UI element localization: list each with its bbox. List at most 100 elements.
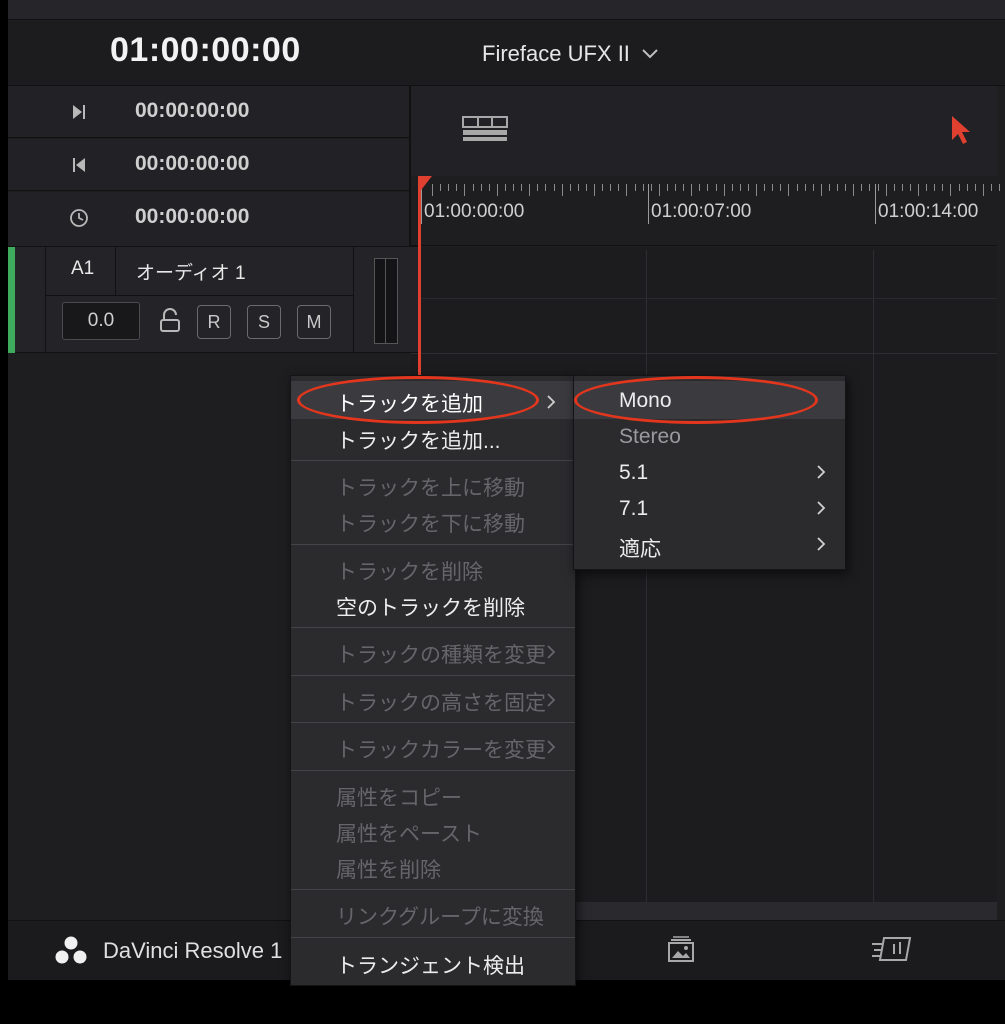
ruler-tick	[942, 184, 943, 191]
ruler-tick	[829, 184, 830, 191]
ruler-label: 01:00:00:00	[424, 201, 525, 222]
solo-button[interactable]: S	[247, 305, 281, 339]
chevron-right-icon	[817, 465, 826, 479]
grid-line	[873, 250, 874, 902]
menu-item-detect-transients[interactable]: トランジェント検出	[336, 950, 525, 980]
menu-item-fix-track-height[interactable]: トラックの高さを固定	[336, 687, 546, 717]
ruler-tick	[772, 184, 773, 191]
track-name[interactable]: オーディオ 1	[136, 258, 246, 285]
mark-out-icon[interactable]	[68, 155, 90, 175]
davinci-logo-icon	[55, 936, 87, 964]
pointer-tool-icon[interactable]	[950, 114, 974, 146]
ruler-tick	[691, 184, 692, 196]
ruler-label: 01:00:07:00	[651, 201, 752, 222]
ruler-tick	[918, 184, 919, 196]
track-header-divider	[115, 247, 116, 295]
ruler-tick	[950, 184, 951, 196]
menu-item-copy-attributes[interactable]: 属性をコピー	[336, 782, 462, 812]
ruler-tick	[967, 184, 968, 191]
ruler-tick	[659, 184, 660, 196]
ruler-tick	[683, 184, 684, 191]
menu-item-paste-attributes[interactable]: 属性をペースト	[336, 818, 482, 848]
submenu-item-stereo[interactable]: Stereo	[619, 425, 681, 449]
menu-item-add-track-dialog[interactable]: トラックを追加...	[336, 425, 501, 455]
menu-item-delete-empty-tracks[interactable]: 空のトラックを削除	[336, 592, 525, 622]
ruler-tick	[432, 184, 433, 196]
menu-item-change-track-color[interactable]: トラックカラーを変更	[336, 734, 546, 764]
ruler-tick	[878, 184, 879, 191]
menu-item-move-track-down[interactable]: トラックを下に移動	[336, 508, 525, 538]
ruler-tick	[626, 184, 627, 196]
mute-button[interactable]: M	[297, 305, 331, 339]
ruler-tick	[440, 184, 441, 191]
ruler-tick	[788, 184, 789, 196]
mark-in-timecode[interactable]: 00:00:00:00	[135, 99, 249, 123]
track-color-bar	[8, 247, 15, 353]
menu-separator	[291, 675, 575, 676]
ruler-tick	[570, 184, 571, 191]
ruler-tick	[926, 184, 927, 191]
record-arm-button[interactable]: R	[197, 305, 231, 339]
top-toolbar	[8, 0, 1005, 20]
ruler-tick	[651, 184, 652, 191]
timeline-view-icon[interactable]	[462, 116, 508, 142]
ruler-tick	[529, 184, 530, 196]
ruler-tick	[756, 184, 757, 196]
ruler-tick	[667, 184, 668, 191]
playhead[interactable]	[418, 176, 421, 376]
fairlight-page-icon[interactable]	[870, 935, 914, 963]
submenu-item-5-1[interactable]: 5.1	[619, 461, 648, 485]
ruler-tick	[635, 184, 636, 191]
menu-item-convert-link-group[interactable]: リンクグループに変換	[336, 901, 544, 931]
ruler-tick	[983, 184, 984, 196]
track-context-menu	[290, 375, 576, 986]
track-volume-field[interactable]: 0.0	[62, 302, 140, 340]
menu-item-remove-attributes[interactable]: 属性を削除	[336, 854, 441, 884]
ruler-tick	[675, 184, 676, 191]
playhead-handle[interactable]	[418, 176, 432, 194]
menu-item-move-track-up[interactable]: トラックを上に移動	[336, 472, 525, 502]
mark-out-timecode[interactable]: 00:00:00:00	[135, 152, 249, 176]
ruler-tick	[610, 184, 611, 191]
ruler-tick	[853, 184, 854, 196]
ruler-tick	[464, 184, 465, 196]
track-header-divider	[46, 295, 354, 296]
main-timecode: 01:00:00:00	[110, 31, 301, 69]
device-name: Fireface UFX II	[482, 41, 630, 66]
submenu-item-7-1[interactable]: 7.1	[619, 497, 648, 521]
ruler-tick	[837, 184, 838, 191]
ruler-major-tick	[875, 184, 876, 224]
duration-timecode[interactable]: 00:00:00:00	[135, 205, 249, 229]
chevron-right-icon	[547, 395, 556, 409]
media-page-icon[interactable]	[665, 935, 697, 965]
ruler-tick	[513, 184, 514, 191]
lock-icon[interactable]	[158, 308, 182, 334]
submenu-item-adaptive[interactable]: 適応	[619, 533, 661, 563]
track-id: A1	[71, 258, 95, 279]
ruler-tick	[886, 184, 887, 196]
ruler-tick	[821, 184, 822, 196]
ruler-tick	[716, 184, 717, 191]
menu-separator	[291, 889, 575, 890]
ruler-tick	[489, 184, 490, 191]
ruler-tick	[586, 184, 587, 191]
menu-item-delete-track[interactable]: トラックを削除	[336, 556, 483, 586]
ruler-tick	[732, 184, 733, 191]
mark-in-icon[interactable]	[68, 102, 90, 122]
ruler-tick	[707, 184, 708, 191]
menu-separator	[291, 722, 575, 723]
ruler-tick	[618, 184, 619, 191]
ruler-tick	[473, 184, 474, 191]
ruler-tick	[764, 184, 765, 191]
mark-out-row: 00:00:00:00	[8, 139, 418, 191]
mark-in-row: 00:00:00:00	[8, 86, 418, 138]
ruler-tick	[578, 184, 579, 191]
ruler-tick	[910, 184, 911, 191]
track-lane-divider	[411, 298, 997, 299]
ruler-tick	[699, 184, 700, 191]
audio-device-selector[interactable]: Fireface UFX II	[482, 41, 658, 67]
ruler-tick	[813, 184, 814, 191]
ruler-tick	[724, 184, 725, 196]
ruler-tick	[934, 184, 935, 191]
menu-item-change-track-type[interactable]: トラックの種類を変更	[336, 639, 546, 669]
